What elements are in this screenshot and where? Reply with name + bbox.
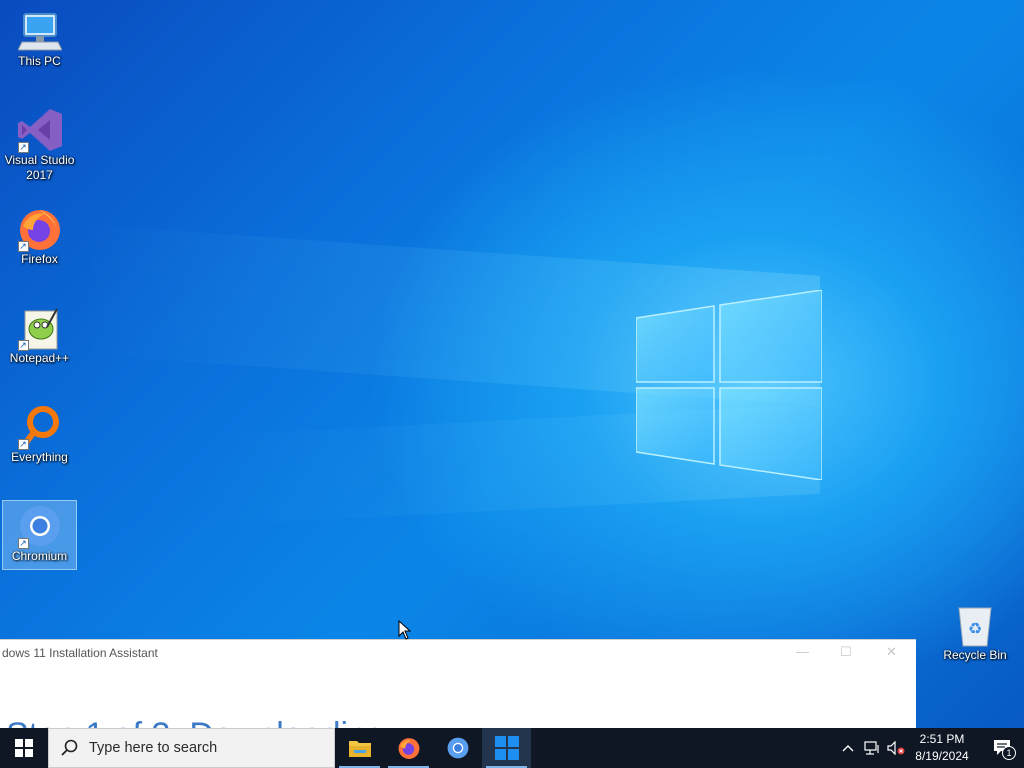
firefox-icon: ↗ [16, 206, 64, 252]
minimize-button[interactable]: — [796, 644, 809, 659]
svg-text:♻: ♻ [968, 619, 982, 638]
notepadpp-icon: ↗ [16, 305, 64, 351]
maximize-button[interactable]: ☐ [840, 644, 852, 660]
windows-wallpaper-logo [635, 289, 823, 481]
shortcut-arrow-icon: ↗ [17, 241, 29, 252]
search-placeholder: Type here to search [89, 740, 218, 756]
action-center-button[interactable]: 1 [982, 728, 1024, 768]
clock-time: 2:51 PM [919, 732, 965, 746]
desktop-icon-chromium[interactable]: ↗ Chromium [2, 500, 77, 570]
desktop-icon-everything[interactable]: ↗ Everything [2, 402, 77, 472]
desktop-icon-label: Everything [11, 450, 68, 464]
desktop-icon-label: Firefox [21, 252, 58, 266]
windows-icon [15, 739, 33, 757]
volume-muted-icon[interactable] [884, 728, 908, 768]
search-icon [61, 739, 78, 756]
clock[interactable]: 2:51 PM 8/19/2024 [912, 731, 972, 765]
mouse-pointer-icon [398, 619, 412, 645]
desktop-icon-label: Recycle Bin [943, 648, 1007, 662]
shortcut-arrow-icon: ↗ [17, 439, 29, 450]
desktop-icon-recycle-bin[interactable]: ♻ Recycle Bin [940, 600, 1010, 670]
desktop-icon-label: This PC [18, 54, 61, 68]
shortcut-arrow-icon: ↗ [17, 142, 29, 153]
start-button[interactable] [0, 728, 48, 768]
shortcut-arrow-icon: ↗ [17, 538, 29, 549]
taskbar: Type here to search 2:51 PM 8/19/2024 1 [0, 728, 1024, 768]
firefox-icon [398, 738, 419, 759]
desktop-icon-firefox[interactable]: ↗ Firefox [2, 204, 77, 274]
chromium-icon [447, 737, 468, 759]
taskbar-app-firefox[interactable] [384, 728, 433, 768]
close-button[interactable]: ✕ [886, 644, 897, 660]
desktop-icon-this-pc[interactable]: This PC [2, 6, 77, 76]
everything-search-icon: ↗ [16, 404, 64, 450]
taskbar-app-file-explorer[interactable] [335, 728, 384, 768]
desktop-icon-label: Visual Studio 2017 [4, 153, 75, 182]
network-icon[interactable] [860, 728, 884, 768]
visual-studio-icon: ↗ [16, 107, 64, 153]
notification-count-badge: 1 [1002, 746, 1016, 760]
window-title: dows 11 Installation Assistant [2, 646, 158, 660]
system-tray: 2:51 PM 8/19/2024 1 [836, 728, 1024, 768]
desktop-icon-label: Chromium [11, 549, 68, 563]
taskbar-app-installation-assistant[interactable] [482, 728, 531, 768]
clock-date: 8/19/2024 [915, 749, 969, 763]
chromium-icon: ↗ [16, 503, 64, 549]
search-box[interactable]: Type here to search [48, 728, 335, 768]
desktop-icon-notepadpp[interactable]: ↗ Notepad++ [2, 303, 77, 373]
shortcut-arrow-icon: ↗ [17, 340, 29, 351]
desktop-icon-label: Notepad++ [9, 351, 70, 365]
computer-icon [16, 8, 64, 54]
chevron-up-icon[interactable] [836, 728, 860, 768]
recycle-bin-icon: ♻ [951, 602, 999, 648]
windows-icon [494, 736, 519, 760]
desktop-icon-visual-studio[interactable]: ↗ Visual Studio 2017 [2, 105, 77, 189]
taskbar-app-chromium[interactable] [433, 728, 482, 768]
folder-icon [348, 741, 371, 757]
